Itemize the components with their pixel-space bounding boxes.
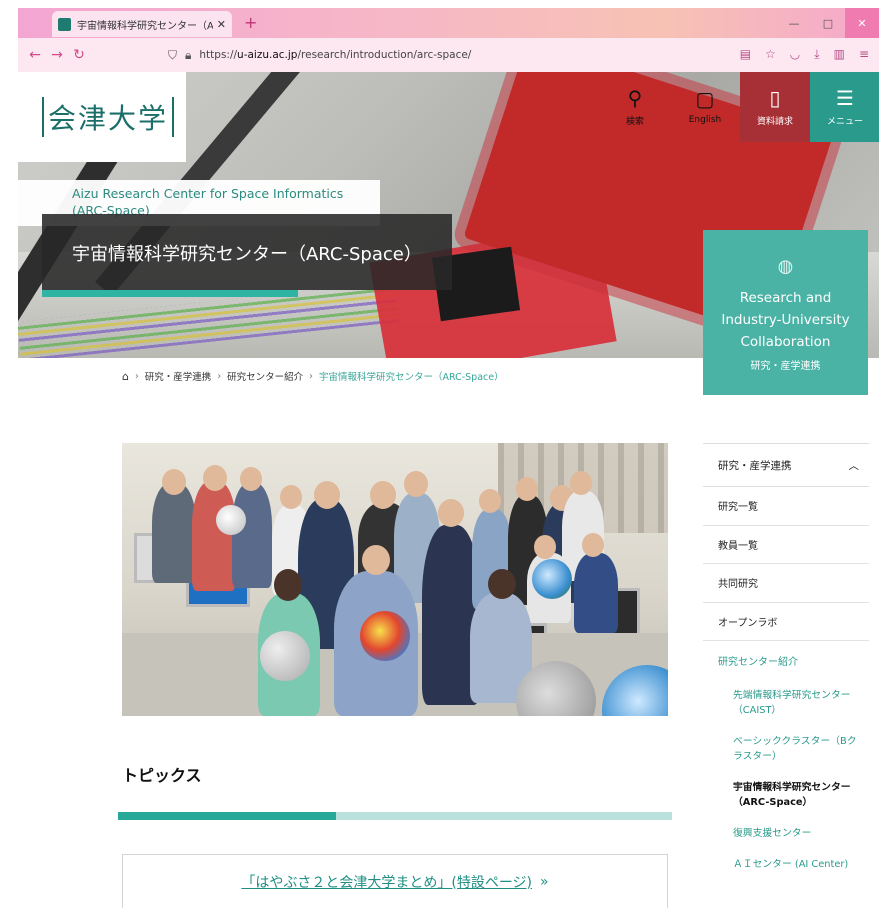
request-materials-button[interactable]: ▯ 資料請求 xyxy=(740,72,810,142)
address-bar[interactable]: ⛉ 🔒︎ https://u-aizu.ac.jp/research/intro… xyxy=(168,43,743,67)
reader-icon[interactable]: ▤ xyxy=(740,47,751,62)
maximize-icon[interactable]: □ xyxy=(811,8,845,38)
bookmark-star-icon[interactable]: ☆ xyxy=(765,47,776,62)
url-host: u-aizu.ac.jp xyxy=(237,49,298,61)
tab-close-icon[interactable]: ✕ xyxy=(217,18,226,31)
pocket-icon[interactable]: ◡ xyxy=(790,47,800,62)
sidebar-item[interactable]: オープンラボ xyxy=(703,603,869,641)
search-button[interactable]: ⚲ 検索 xyxy=(600,72,670,142)
tab-title: 宇宙情報科学研究センター（ARC xyxy=(77,20,213,32)
category-en-line3: Collaboration xyxy=(740,334,831,350)
overflow-icon[interactable]: ≡ xyxy=(859,47,869,62)
topic-link[interactable]: 「はやぶさ２と会津大学まとめ」(特設ページ) xyxy=(241,872,532,892)
url-path: /research/introduction/arc-space/ xyxy=(297,49,472,61)
chevron-right-icon: › xyxy=(217,370,222,382)
double-chevron-right-icon: » xyxy=(540,873,549,890)
toolbar-icons: ▤ ☆ ◡ ⤓ ▥ ≡ xyxy=(740,47,869,62)
english-label: English xyxy=(688,115,722,125)
breadcrumb-item[interactable]: 研究・産学連携 xyxy=(145,369,212,383)
category-en-line2: Industry-University xyxy=(721,312,850,328)
window-controls: — □ ✕ xyxy=(777,8,879,38)
sidebar-heading[interactable]: 研究・産学連携 ︿ xyxy=(703,443,869,487)
group-photo xyxy=(122,443,668,716)
title-accent-bar xyxy=(42,290,298,297)
sidebar-subitem[interactable]: ＡＩセンター (AI Center) xyxy=(703,849,869,880)
forward-icon[interactable]: → xyxy=(46,47,68,63)
browser-nav-bar: ← → ↻ ⛉ 🔒︎ https://u-aizu.ac.jp/research… xyxy=(18,38,879,72)
center-name-en-line1: Aizu Research Center for Space Informati… xyxy=(72,186,344,201)
sidebar-subitem[interactable]: 先端情報科学研究センター（CAIST） xyxy=(703,680,869,726)
topics-divider xyxy=(118,812,672,820)
category-en-line1: Research and xyxy=(739,290,832,306)
lock-icon: 🔒︎ xyxy=(185,47,192,62)
sidebar-icon[interactable]: ▥ xyxy=(834,47,845,62)
chevron-up-icon: ︿ xyxy=(848,459,860,472)
favicon-icon xyxy=(58,17,71,31)
chevron-right-icon: › xyxy=(309,370,313,382)
sidebar-nav: 研究・産学連携 ︿ 研究一覧 教員一覧 共同研究 オープンラボ 研究センター紹介… xyxy=(703,443,869,880)
hamburger-icon: ☰ xyxy=(836,85,854,110)
new-tab-button[interactable]: + xyxy=(244,13,257,32)
download-icon[interactable]: ⤓ xyxy=(814,47,819,62)
close-window-icon[interactable]: ✕ xyxy=(845,8,879,38)
breadcrumb-item[interactable]: 研究センター紹介 xyxy=(227,369,303,383)
url-prefix: https:// xyxy=(199,49,238,61)
topics-heading: トピックス xyxy=(122,766,202,785)
page-title: 宇宙情報科学研究センター（ARC-Space） xyxy=(42,214,452,290)
breadcrumb: ⌂ › 研究・産学連携 › 研究センター紹介 › 宇宙情報科学研究センター（AR… xyxy=(122,369,504,384)
sidebar-heading-label: 研究・産学連携 xyxy=(718,459,792,472)
site-logo[interactable]: 会津大学 xyxy=(18,72,186,162)
chevron-right-icon: › xyxy=(134,370,139,382)
english-button[interactable]: ▢ English xyxy=(670,72,740,142)
menu-button[interactable]: ☰ メニュー xyxy=(810,72,879,142)
search-icon: ⚲ xyxy=(627,85,643,110)
category-badge[interactable]: ◍ Research and Industry-University Colla… xyxy=(703,230,868,395)
reload-icon[interactable]: ↻ xyxy=(68,47,90,63)
page-title-text: 宇宙情報科学研究センター（ARC-Space） xyxy=(72,244,422,265)
sidebar-item[interactable]: 教員一覧 xyxy=(703,526,869,564)
minimize-icon[interactable]: — xyxy=(777,8,811,38)
browser-tab-bar: 宇宙情報科学研究センター（ARC ✕ + — □ ✕ xyxy=(18,8,879,38)
breadcrumb-current: 宇宙情報科学研究センター（ARC-Space） xyxy=(318,372,504,383)
menu-label: メニュー xyxy=(826,116,863,127)
globe-icon: ◍ xyxy=(777,256,794,277)
sidebar-subitem[interactable]: ベーシッククラスター（Bクラスター） xyxy=(703,726,869,772)
sidebar-item[interactable]: 研究一覧 xyxy=(703,487,869,526)
topic-link-card[interactable]: 「はやぶさ２と会津大学まとめ」(特設ページ) » xyxy=(122,854,668,908)
document-icon: ▯ xyxy=(769,85,781,110)
browser-tab[interactable]: 宇宙情報科学研究センター（ARC ✕ xyxy=(52,11,232,37)
sidebar-item[interactable]: 共同研究 xyxy=(703,564,869,603)
home-icon[interactable]: ⌂ xyxy=(122,370,129,383)
header-icons: ⚲ 検索 ▢ English ▯ 資料請求 ☰ メニュー xyxy=(600,72,879,142)
speech-bubble-icon: ▢ xyxy=(695,87,715,111)
sidebar-subitem-current[interactable]: 宇宙情報科学研究センター（ARC-Space） xyxy=(703,772,869,818)
category-jp: 研究・産学連携 xyxy=(750,361,821,372)
search-label: 検索 xyxy=(625,116,644,127)
left-strip xyxy=(0,0,18,908)
back-icon[interactable]: ← xyxy=(24,47,46,63)
logo-text: 会津大学 xyxy=(42,97,175,137)
shield-icon: ⛉ xyxy=(168,47,178,62)
sidebar-subitem[interactable]: 復興支援センター xyxy=(703,818,869,849)
request-label: 資料請求 xyxy=(756,116,793,127)
sidebar-item-active[interactable]: 研究センター紹介 xyxy=(703,641,869,680)
